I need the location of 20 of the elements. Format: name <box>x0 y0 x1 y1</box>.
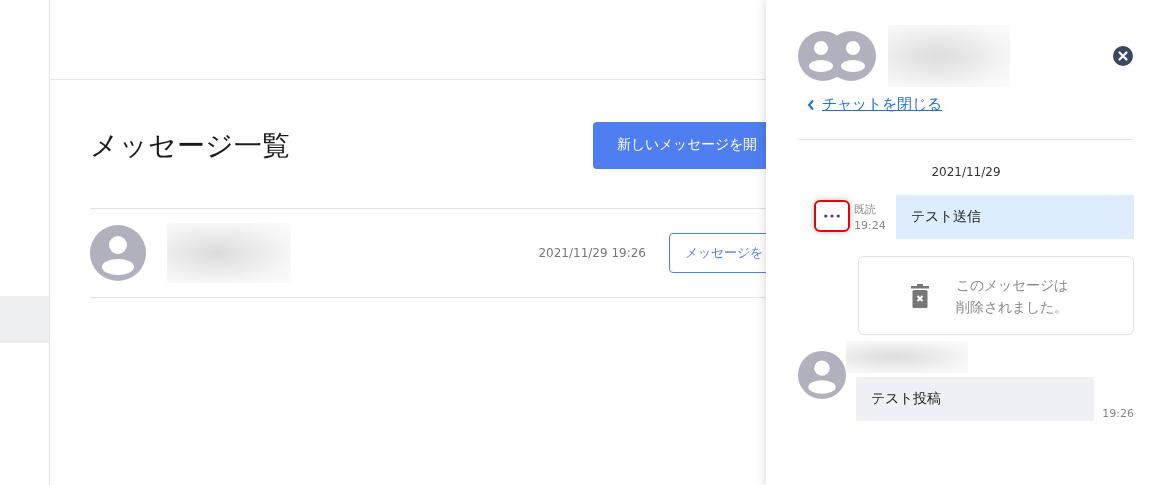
more-button[interactable] <box>814 200 850 232</box>
new-message-button[interactable]: 新しいメッセージを開 <box>593 121 766 169</box>
page-title: メッセージ一覧 <box>90 128 290 164</box>
message-time: 19:24 <box>854 218 887 234</box>
avatar-icon <box>798 351 846 399</box>
ellipsis-icon <box>824 214 840 218</box>
thread-time: 2021/11/29 19:26 <box>538 246 646 260</box>
avatar-icon <box>90 225 146 281</box>
close-chat-link[interactable]: チャットを閉じる <box>822 95 942 114</box>
deleted-notice: このメッセージは削除されました。 <box>956 275 1069 317</box>
close-icon[interactable] <box>1113 46 1133 66</box>
chevron-left-icon <box>807 98 815 111</box>
message-bubble: テスト投稿 <box>856 377 1094 421</box>
message-time: 19:26 <box>1102 406 1134 422</box>
group-avatar-icon <box>798 31 876 81</box>
date-label: 2021/11/29 <box>931 165 1001 179</box>
trash-icon <box>911 283 929 308</box>
read-status: 既読 <box>854 202 877 218</box>
open-message-button[interactable]: メッセージを <box>669 233 766 273</box>
message-bubble: テスト送信 <box>896 195 1134 239</box>
